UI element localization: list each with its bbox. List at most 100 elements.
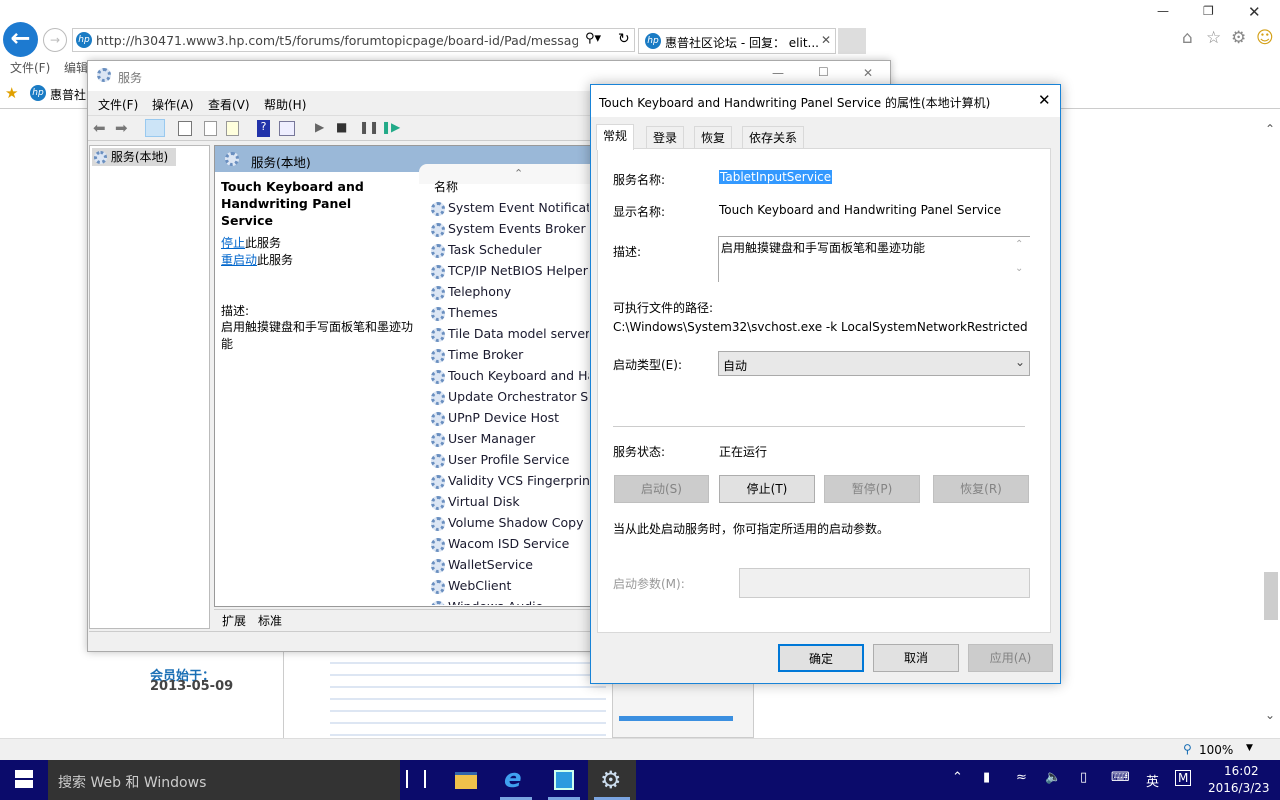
service-row[interactable]: Themes — [431, 302, 589, 323]
stop-button[interactable]: 停止(T) — [719, 475, 815, 503]
refresh-icon[interactable]: ↻ — [618, 31, 630, 47]
favorites-star-icon[interactable]: ★ — [5, 84, 18, 102]
keyboard-icon[interactable]: ⌨ — [1111, 770, 1130, 785]
ime-language[interactable]: 英 — [1146, 771, 1159, 790]
service-row[interactable]: Task Scheduler — [431, 239, 589, 260]
favorite-link[interactable]: 惠普社 — [50, 86, 86, 103]
tab-extended[interactable]: 扩展 — [222, 612, 246, 629]
browser-menu-edit[interactable]: 编辑 — [64, 59, 88, 76]
service-row[interactable]: User Profile Service — [431, 449, 589, 470]
minimize-icon[interactable]: — — [1157, 4, 1169, 18]
clock-date[interactable]: 2016/3/23 — [1208, 781, 1270, 795]
tab-dependencies[interactable]: 依存关系 — [742, 126, 805, 149]
help-icon[interactable]: ? — [257, 120, 270, 137]
stop-service-link[interactable]: 停止 — [221, 236, 245, 250]
volume-icon[interactable]: 🔈 — [1045, 770, 1061, 785]
wifi-icon[interactable]: ≈ — [1016, 770, 1027, 785]
description-box[interactable]: 启用触摸键盘和手写面板笔和墨迹功能 ⌃ ⌄ — [718, 236, 1030, 282]
home-icon[interactable]: ⌂ — [1182, 28, 1193, 48]
resume-button[interactable]: 恢复(R) — [933, 475, 1029, 503]
scroll-down-icon[interactable]: ⌄ — [1015, 263, 1023, 274]
menu-help[interactable]: 帮助(H) — [264, 96, 306, 113]
export-icon[interactable] — [226, 121, 239, 136]
restore-icon[interactable]: ❐ — [1203, 4, 1214, 18]
scrollbar-thumb[interactable] — [1264, 572, 1278, 620]
service-row[interactable]: Virtual Disk — [431, 491, 589, 512]
service-name-value[interactable]: TabletInputService — [719, 170, 833, 184]
search-box[interactable]: 搜索 Web 和 Windows — [48, 760, 400, 800]
service-row[interactable]: TCP/IP NetBIOS Helper — [431, 260, 589, 281]
restart-service-icon[interactable]: ❚▶ — [381, 120, 400, 134]
scroll-up-icon[interactable]: ⌃ — [1265, 122, 1275, 136]
app-icon[interactable] — [554, 770, 574, 790]
service-row[interactable]: Touch Keyboard and Ha — [431, 365, 589, 386]
close-icon[interactable]: ✕ — [1038, 91, 1051, 109]
menu-action[interactable]: 操作(A) — [152, 96, 194, 113]
clock-time[interactable]: 16:02 — [1224, 764, 1259, 778]
service-row[interactable]: Time Broker — [431, 344, 589, 365]
start-button[interactable]: 启动(S) — [614, 475, 709, 503]
show-hide-tree-icon[interactable] — [145, 119, 165, 137]
pause-button[interactable]: 暂停(P) — [824, 475, 920, 503]
star-icon[interactable]: ☆ — [1206, 28, 1221, 48]
service-row[interactable]: Tile Data model server — [431, 323, 589, 344]
internet-explorer-icon[interactable]: e — [504, 764, 522, 794]
tab-recovery[interactable]: 恢复 — [694, 126, 733, 149]
service-row[interactable]: System Event Notificatio — [431, 197, 589, 218]
cancel-button[interactable]: 取消 — [873, 644, 959, 672]
minimize-icon[interactable]: — — [772, 66, 784, 80]
service-row[interactable]: Update Orchestrator Se — [431, 386, 589, 407]
service-row[interactable]: Validity VCS Fingerprint — [431, 470, 589, 491]
ok-button[interactable]: 确定 — [778, 644, 864, 672]
service-row[interactable]: User Manager — [431, 428, 589, 449]
new-tab-button[interactable] — [838, 28, 866, 54]
params-input[interactable] — [739, 568, 1030, 598]
service-row[interactable]: Wacom ISD Service — [431, 533, 589, 554]
gear-icon[interactable]: ⚙ — [1231, 28, 1246, 48]
close-icon[interactable]: ✕ — [863, 66, 873, 80]
back-arrow-icon[interactable]: ⬅ — [93, 119, 106, 137]
browser-tab[interactable]: hp 惠普社区论坛 - 回复： elit... ✕ — [638, 28, 836, 54]
startup-type-select[interactable]: 自动 ⌄ — [718, 351, 1030, 376]
refresh-icon[interactable] — [204, 121, 217, 136]
forward-button[interactable]: → — [43, 28, 67, 52]
stop-service-icon[interactable]: ■ — [336, 120, 347, 134]
service-row[interactable]: WebClient — [431, 575, 589, 596]
tab-standard[interactable]: 标准 — [258, 612, 282, 629]
services-taskbar-button[interactable]: ⚙ — [588, 760, 636, 800]
back-button[interactable]: ← — [3, 22, 38, 57]
menu-view[interactable]: 查看(V) — [208, 96, 250, 113]
close-tab-icon[interactable]: ✕ — [821, 33, 831, 47]
maximize-icon[interactable]: ☐ — [818, 65, 829, 79]
console-icon[interactable] — [279, 121, 295, 136]
properties-icon[interactable] — [178, 121, 192, 136]
service-row[interactable]: System Events Broker — [431, 218, 589, 239]
address-bar[interactable]: hp http://h30471.www3.hp.com/t5/forums/f… — [72, 28, 635, 52]
column-header-name[interactable]: 名称 — [434, 178, 458, 195]
pause-service-icon[interactable]: ❚❚ — [359, 120, 379, 134]
zoom-level[interactable]: 100% — [1199, 743, 1233, 757]
apply-button[interactable]: 应用(A) — [968, 644, 1053, 672]
notification-icon[interactable]: ▯ — [1080, 770, 1087, 785]
service-row[interactable]: UPnP Device Host — [431, 407, 589, 428]
start-service-icon[interactable]: ▶ — [315, 120, 324, 134]
battery-icon[interactable]: ▮ — [983, 770, 990, 785]
restart-service-link[interactable]: 重启动 — [221, 253, 257, 267]
close-icon[interactable]: ✕ — [1248, 3, 1261, 21]
task-view-icon[interactable] — [406, 770, 426, 788]
windows-start-icon[interactable] — [15, 770, 33, 788]
zoom-dropdown-icon[interactable]: ▼ — [1246, 743, 1253, 753]
menu-file[interactable]: 文件(F) — [98, 96, 138, 113]
tab-general[interactable]: 常规 — [596, 124, 635, 150]
service-row[interactable]: Volume Shadow Copy — [431, 512, 589, 533]
smiley-icon[interactable]: ☺ — [1256, 28, 1274, 48]
tab-logon[interactable]: 登录 — [646, 126, 685, 149]
service-row[interactable]: Windows Audio — [431, 596, 589, 605]
service-row[interactable]: WalletService — [431, 554, 589, 575]
browser-menu-file[interactable]: 文件(F) — [10, 59, 50, 76]
tree-item-services-local[interactable]: 服务(本地) — [92, 148, 176, 166]
forward-arrow-icon[interactable]: ➡ — [115, 119, 128, 137]
show-hidden-icons[interactable]: ⌃ — [952, 770, 963, 785]
service-row[interactable]: Telephony — [431, 281, 589, 302]
ime-mode-icon[interactable]: M — [1175, 770, 1192, 786]
